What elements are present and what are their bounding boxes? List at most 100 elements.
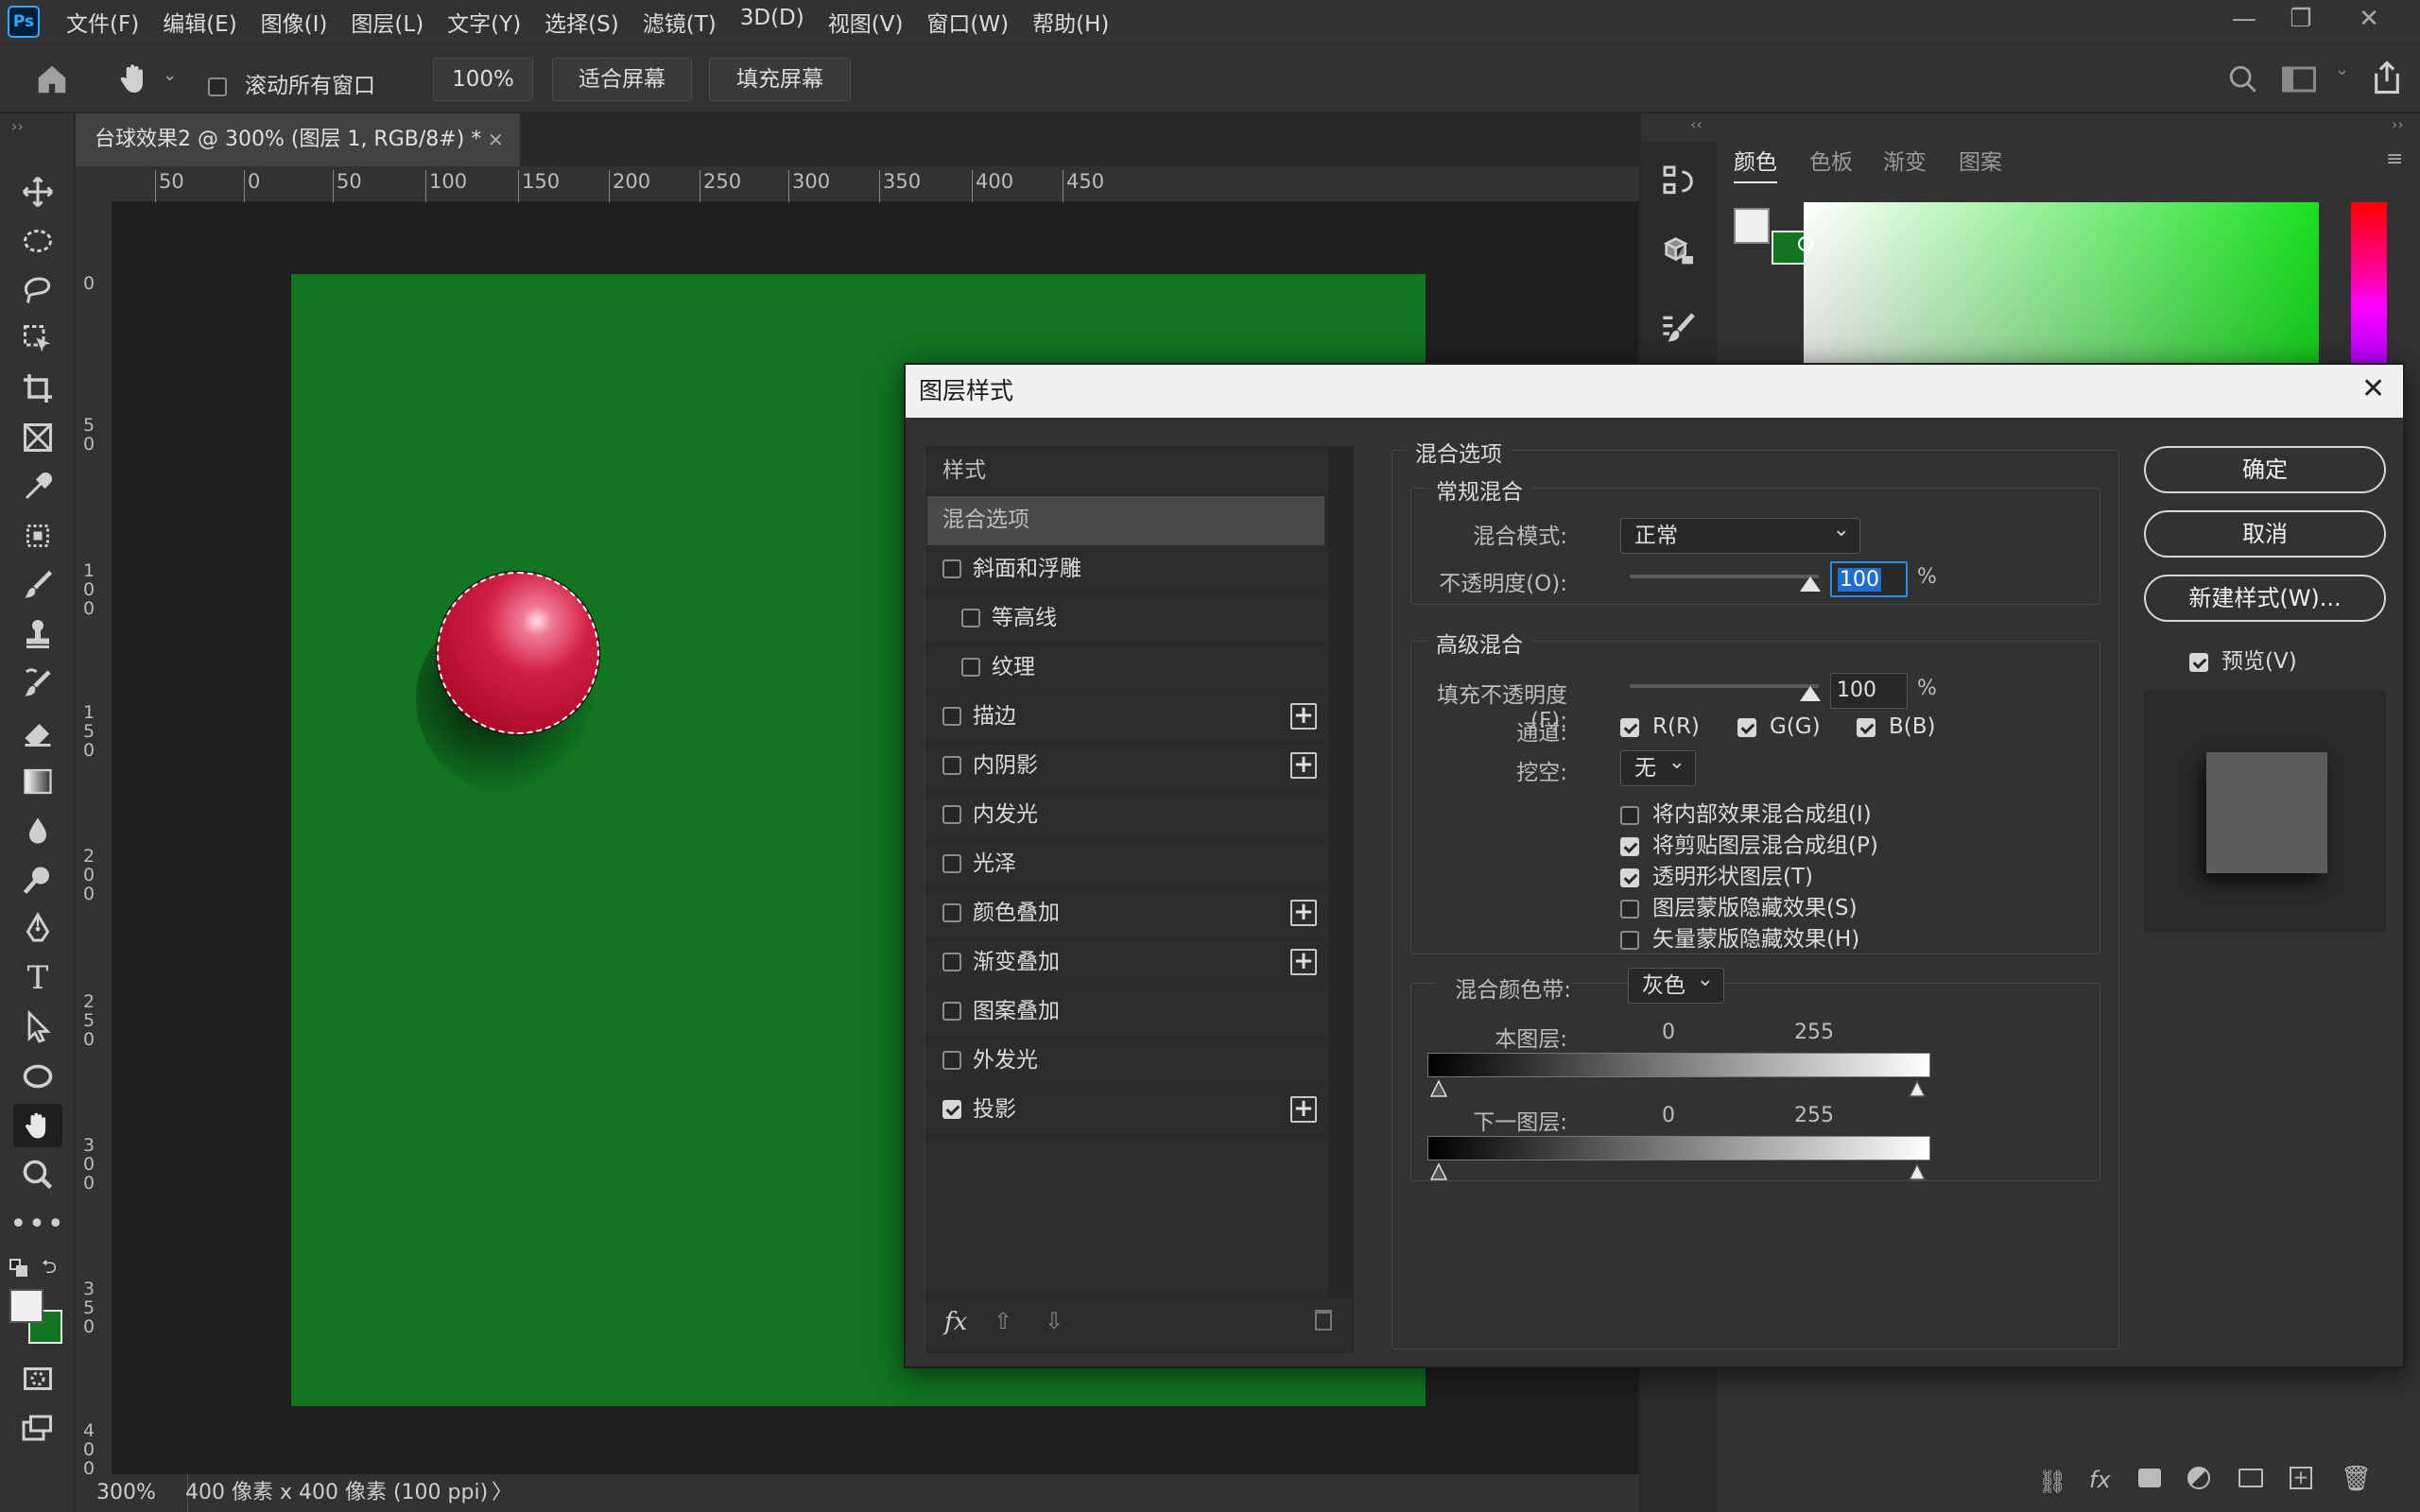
move-tool-icon[interactable]: [13, 170, 62, 214]
crop-tool-icon[interactable]: [13, 367, 62, 410]
styles-header[interactable]: 样式: [927, 447, 1324, 496]
opacity-input[interactable]: 100: [1830, 561, 1908, 597]
style-item-checkbox[interactable]: [942, 707, 961, 726]
pen-tool-icon[interactable]: [13, 907, 62, 951]
style-item-checkbox[interactable]: [942, 1002, 961, 1021]
scroll-all-windows-option[interactable]: 滚动所有窗口: [208, 67, 375, 99]
default-colors-icon[interactable]: [9, 1259, 30, 1280]
zoom-tool-icon[interactable]: [13, 1153, 62, 1196]
new-style-button[interactable]: 新建样式(W)...: [2144, 575, 2386, 622]
style-item-checkbox[interactable]: [942, 559, 961, 578]
preview-checkbox[interactable]: [2189, 652, 2208, 672]
hand-tool-selected-icon[interactable]: [13, 1104, 62, 1147]
chevron-down-icon[interactable]: ⌄: [163, 65, 177, 85]
this-layer-black-slider[interactable]: [1429, 1079, 1448, 1098]
add-mask-icon[interactable]: [2138, 1469, 2161, 1487]
knockout-select[interactable]: 无: [1620, 746, 1696, 786]
quick-mask-icon[interactable]: [13, 1357, 62, 1400]
panel-foreground-swatch[interactable]: [1734, 208, 1770, 244]
tab-gradients[interactable]: 渐变: [1883, 144, 1927, 176]
style-item-checkbox[interactable]: [942, 1051, 961, 1070]
advanced-option-checkbox[interactable]: [1620, 868, 1639, 887]
advanced-option[interactable]: 将内部效果混合成组(I): [1620, 796, 1872, 828]
channel-r-option[interactable]: R(R): [1620, 714, 1700, 739]
style-item[interactable]: 渐变叠加 +: [927, 938, 1324, 988]
add-style-instance-icon[interactable]: +: [1290, 949, 1317, 975]
swap-colors-icon[interactable]: ⮌: [42, 1253, 57, 1285]
fill-opacity-input[interactable]: 100: [1830, 673, 1908, 709]
move-down-icon[interactable]: ⇩: [1045, 1308, 1063, 1334]
workspace-chevron-icon[interactable]: ⌄: [2335, 60, 2349, 79]
tab-swatches[interactable]: 色板: [1809, 144, 1853, 176]
expand-dock-icon[interactable]: ››: [2392, 115, 2404, 133]
collapse-dock-icon[interactable]: ‹‹: [1690, 115, 1703, 133]
style-item-checkbox[interactable]: [942, 1100, 961, 1119]
ellipse-tool-icon[interactable]: [13, 1055, 62, 1098]
style-item-checkbox[interactable]: [942, 756, 961, 775]
style-item-checkbox[interactable]: [942, 953, 961, 971]
underlying-black-slider[interactable]: [1429, 1162, 1448, 1181]
zoom-input[interactable]: 100%: [433, 58, 533, 101]
menu-view[interactable]: 视图(V): [828, 6, 904, 38]
underlying-white-slider[interactable]: [1908, 1162, 1927, 1181]
style-item[interactable]: 投影 +: [927, 1086, 1324, 1135]
minimize-icon[interactable]: —: [2216, 0, 2273, 40]
eyedropper-tool-icon[interactable]: [13, 465, 62, 508]
collapse-tools-icon[interactable]: ››: [11, 117, 24, 135]
marquee-tool-icon[interactable]: [13, 219, 62, 263]
color-picker-cursor[interactable]: [1798, 236, 1813, 251]
type-tool-icon[interactable]: T: [13, 956, 62, 1000]
hand-tool-icon[interactable]: [115, 60, 153, 103]
frame-tool-icon[interactable]: [13, 416, 62, 459]
opacity-slider-thumb[interactable]: [1800, 576, 1821, 592]
ok-button[interactable]: 确定: [2144, 446, 2386, 493]
scroll-all-checkbox[interactable]: [208, 77, 227, 96]
menu-select[interactable]: 选择(S): [544, 6, 619, 38]
tab-color[interactable]: 颜色: [1734, 144, 1777, 183]
panel-menu-icon[interactable]: ≡: [2386, 147, 2403, 171]
add-style-instance-icon[interactable]: +: [1290, 900, 1317, 926]
style-item-checkbox[interactable]: [942, 805, 961, 824]
style-item[interactable]: 斜面和浮雕: [927, 545, 1324, 594]
add-style-instance-icon[interactable]: +: [1290, 752, 1317, 779]
3d-panel-icon[interactable]: [1660, 232, 1698, 276]
channel-g-checkbox[interactable]: [1737, 717, 1756, 737]
advanced-option[interactable]: 透明形状图层(T): [1620, 858, 1813, 890]
fill-screen-button[interactable]: 填充屏幕: [709, 58, 851, 101]
restore-icon[interactable]: ❐: [2273, 0, 2329, 40]
advanced-option[interactable]: 将剪贴图层混合成组(P): [1620, 827, 1878, 859]
path-select-tool-icon[interactable]: [13, 1005, 62, 1049]
style-item[interactable]: 图案叠加: [927, 988, 1324, 1037]
style-item[interactable]: 描边 +: [927, 693, 1324, 742]
brush-tool-icon[interactable]: [13, 563, 62, 607]
menu-image[interactable]: 图像(I): [261, 6, 328, 38]
menu-edit[interactable]: 编辑(E): [163, 6, 236, 38]
advanced-option-checkbox[interactable]: [1620, 805, 1639, 825]
channel-b-checkbox[interactable]: [1857, 717, 1876, 737]
channel-r-checkbox[interactable]: [1620, 717, 1639, 737]
lasso-tool-icon[interactable]: [13, 268, 62, 312]
blend-mode-select[interactable]: 正常: [1620, 513, 1860, 554]
advanced-option[interactable]: 图层蒙版隐藏效果(S): [1620, 889, 1858, 921]
menu-help[interactable]: 帮助(H): [1032, 6, 1109, 38]
style-item[interactable]: 内发光: [927, 791, 1324, 840]
home-icon[interactable]: [34, 61, 70, 103]
dodge-tool-icon[interactable]: [13, 858, 62, 902]
style-item-checkbox[interactable]: [942, 854, 961, 873]
brush-settings-icon[interactable]: [1660, 310, 1698, 353]
add-style-instance-icon[interactable]: +: [1290, 703, 1317, 730]
billiard-ball-selection[interactable]: [437, 572, 599, 734]
menu-filter[interactable]: 滤镜(T): [643, 6, 717, 38]
blend-options-item[interactable]: 混合选项: [927, 496, 1324, 545]
history-brush-tool-icon[interactable]: [13, 662, 62, 705]
style-item-checkbox[interactable]: [961, 609, 980, 627]
opacity-slider-track[interactable]: [1630, 575, 1819, 578]
stamp-tool-icon[interactable]: [13, 612, 62, 656]
search-icon[interactable]: [2227, 63, 2259, 101]
dialog-close-icon[interactable]: ✕: [2361, 372, 2385, 405]
advanced-option-checkbox[interactable]: [1620, 836, 1639, 856]
trash-icon[interactable]: [1315, 1310, 1332, 1331]
add-style-instance-icon[interactable]: +: [1290, 1096, 1317, 1123]
document-tab[interactable]: 台球效果2 @ 300% (图层 1, RGB/8#) * ✕: [76, 113, 520, 166]
style-item[interactable]: 外发光: [927, 1037, 1324, 1086]
